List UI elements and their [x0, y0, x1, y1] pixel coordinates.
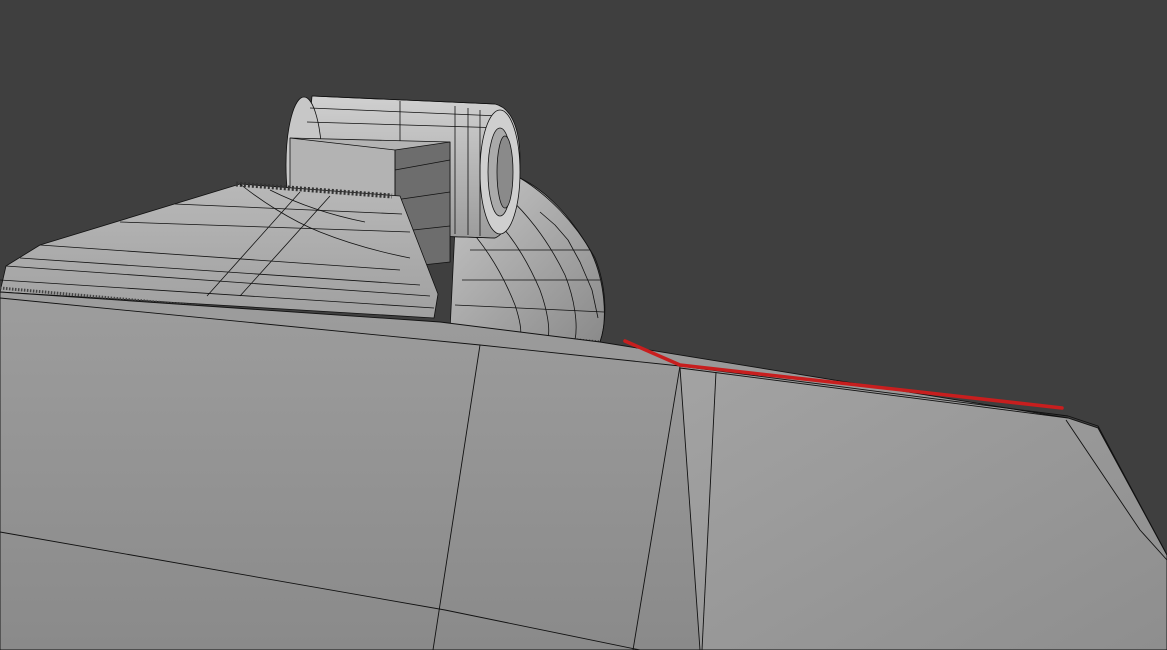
scene-render: [0, 0, 1167, 650]
3d-viewport[interactable]: [0, 0, 1167, 650]
